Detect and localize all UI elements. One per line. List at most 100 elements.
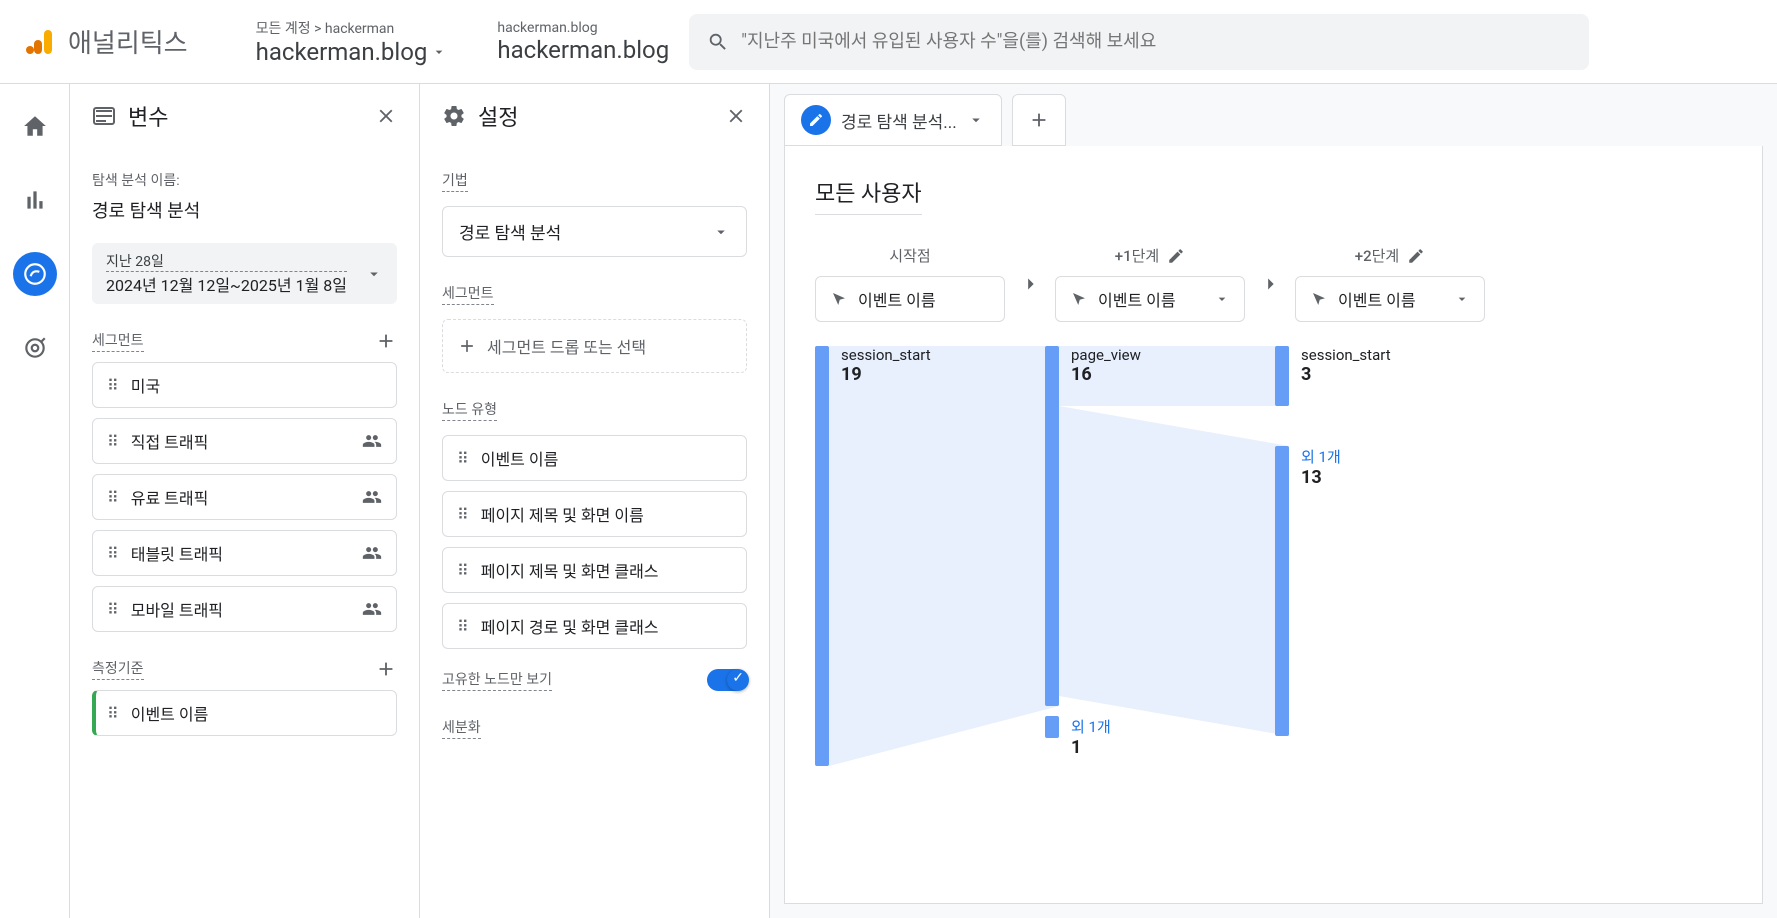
technique-label: 기법: [442, 170, 468, 192]
second-property-name: hackerman.blog: [497, 36, 669, 64]
node-value: 1: [1071, 737, 1111, 758]
people-icon: [362, 431, 382, 451]
node-type-chip[interactable]: ⠿페이지 제목 및 화면 이름: [442, 491, 747, 537]
segment-chip[interactable]: ⠿ 모바일 트래픽: [92, 586, 397, 632]
step-label-text: +1단계: [1115, 245, 1159, 266]
tab-label: 경로 탐색 분석...: [841, 108, 957, 133]
people-icon: [362, 599, 382, 619]
node-type-chip[interactable]: ⠿페이지 경로 및 화면 클래스: [442, 603, 747, 649]
target-icon: [22, 335, 48, 361]
people-icon: [362, 487, 382, 507]
steps-row: 시작점 이벤트 이름 +1단계 이벤트 이름: [815, 245, 1732, 322]
node-type-text: 이벤트 이름: [481, 446, 559, 470]
drag-handle-icon: ⠿: [107, 544, 119, 563]
segment-dropzone[interactable]: 세그먼트 드롭 또는 선택: [442, 319, 747, 373]
path-visualization: session_start 19 page_view 16: [815, 346, 1732, 786]
node-value: 19: [841, 364, 931, 385]
home-nav-button[interactable]: [13, 104, 57, 148]
pencil-icon: [801, 105, 831, 135]
dimension-label: 이벤트 이름: [131, 701, 209, 725]
technique-select[interactable]: 경로 탐색 분석: [442, 206, 747, 257]
arrow-right-icon: [1259, 273, 1281, 295]
dimension-chip[interactable]: ⠿ 이벤트 이름: [92, 690, 397, 736]
gear-icon: [442, 104, 466, 128]
segment-chip[interactable]: ⠿ 직접 트래픽: [92, 418, 397, 464]
step-chip-text: 이벤트 이름: [1338, 287, 1416, 311]
close-settings-button[interactable]: [725, 105, 747, 127]
account-switcher[interactable]: 모든 계정 > hackerman hackerman.blog hackerm…: [256, 18, 670, 66]
step-label-2: +2단계: [1355, 245, 1425, 266]
node-type-chip[interactable]: ⠿ 이벤트 이름: [442, 435, 747, 481]
step-chip-start[interactable]: 이벤트 이름: [815, 276, 1005, 322]
add-segment-button[interactable]: [375, 330, 397, 352]
canvas-title: 모든 사용자: [815, 176, 922, 215]
node-bar: [815, 346, 829, 766]
advertising-nav-button[interactable]: [13, 326, 57, 370]
segment-label: 모바일 트래픽: [131, 597, 223, 621]
search-input[interactable]: [741, 31, 1571, 52]
path-node[interactable]: session_start 3: [1275, 346, 1505, 406]
arrow-right-icon: [1019, 273, 1041, 295]
add-dimension-button[interactable]: [375, 658, 397, 680]
drag-handle-icon: ⠿: [457, 449, 469, 468]
canvas-tab-active[interactable]: 경로 탐색 분석...: [784, 94, 1002, 146]
search-bar[interactable]: [689, 14, 1589, 70]
second-property-label: hackerman.blog: [497, 20, 669, 36]
path-canvas-content: 모든 사용자 시작점 이벤트 이름 +1단계: [784, 146, 1763, 904]
reports-nav-button[interactable]: [13, 178, 57, 222]
segment-chip[interactable]: ⠿ 유료 트래픽: [92, 474, 397, 520]
variables-icon: [92, 104, 116, 128]
add-tab-button[interactable]: [1012, 94, 1066, 146]
explore-nav-button[interactable]: [13, 252, 57, 296]
path-node[interactable]: 외 1개 1: [1045, 716, 1275, 758]
node-bar: [1275, 346, 1289, 406]
segment-chip[interactable]: ⠿ 미국: [92, 362, 397, 408]
chevron-down-icon: [1214, 291, 1230, 307]
dimensions-section-label: 측정기준: [92, 658, 144, 680]
close-variables-button[interactable]: [375, 105, 397, 127]
edit-step-button[interactable]: [1407, 247, 1425, 265]
drag-handle-icon: ⠿: [457, 561, 469, 580]
step-chip-2[interactable]: 이벤트 이름: [1295, 276, 1485, 322]
step-label-0: 시작점: [889, 245, 930, 266]
segments-section-label: 세그먼트: [92, 330, 144, 352]
node-type-text: 페이지 경로 및 화면 클래스: [481, 614, 659, 638]
settings-title-text: 설정: [478, 100, 518, 132]
segment-chip[interactable]: ⠿ 태블릿 트래픽: [92, 530, 397, 576]
technique-value: 경로 탐색 분석: [459, 219, 561, 244]
path-node[interactable]: session_start 19: [815, 346, 1045, 766]
logo-area: 애널리틱스: [16, 23, 196, 60]
left-nav-rail: [0, 84, 70, 918]
exploration-name-value[interactable]: 경로 탐색 분석: [92, 197, 397, 223]
segment-label: 태블릿 트래픽: [131, 541, 223, 565]
drag-handle-icon: ⠿: [107, 600, 119, 619]
variables-panel: 변수 탐색 분석 이름: 경로 탐색 분석 지난 28일 2024년 12월 1…: [70, 84, 420, 918]
account-crumb: 모든 계정 > hackerman: [256, 18, 448, 38]
step-chip-1[interactable]: 이벤트 이름: [1055, 276, 1245, 322]
node-type-label: 노드 유형: [442, 399, 497, 421]
path-node[interactable]: 외 1개 13: [1275, 446, 1505, 736]
segment-label: 미국: [131, 373, 160, 397]
node-bar: [1045, 346, 1059, 706]
unique-nodes-toggle[interactable]: [707, 669, 747, 691]
node-type-chip[interactable]: ⠿ 페이지 제목 및 화면 클래스: [442, 547, 747, 593]
product-name: 애널리틱스: [68, 23, 188, 60]
people-icon: [362, 543, 382, 563]
chevron-down-icon: [365, 265, 383, 283]
path-node[interactable]: page_view 16: [1045, 346, 1275, 706]
drag-handle-icon: ⠿: [107, 488, 119, 507]
node-event-name: session_start: [1301, 346, 1391, 364]
bar-chart-icon: [22, 187, 48, 213]
drag-handle-icon: ⠿: [107, 704, 119, 723]
node-event-name: 외 1개: [1071, 716, 1111, 737]
node-type-text: 페이지 제목 및 화면 클래스: [481, 558, 659, 582]
app-header: 애널리틱스 모든 계정 > hackerman hackerman.blog h…: [0, 0, 1777, 84]
drag-handle-icon: ⠿: [457, 505, 469, 524]
edit-step-button[interactable]: [1167, 247, 1185, 265]
node-event-name: 외 1개: [1301, 446, 1341, 467]
close-icon: [375, 105, 397, 127]
date-range-picker[interactable]: 지난 28일 2024년 12월 12일~2025년 1월 8일: [92, 243, 397, 304]
path-node-col-0: session_start 19: [815, 346, 1045, 774]
breakdown-label: 세분화: [442, 717, 481, 739]
cursor-icon: [1070, 290, 1088, 308]
